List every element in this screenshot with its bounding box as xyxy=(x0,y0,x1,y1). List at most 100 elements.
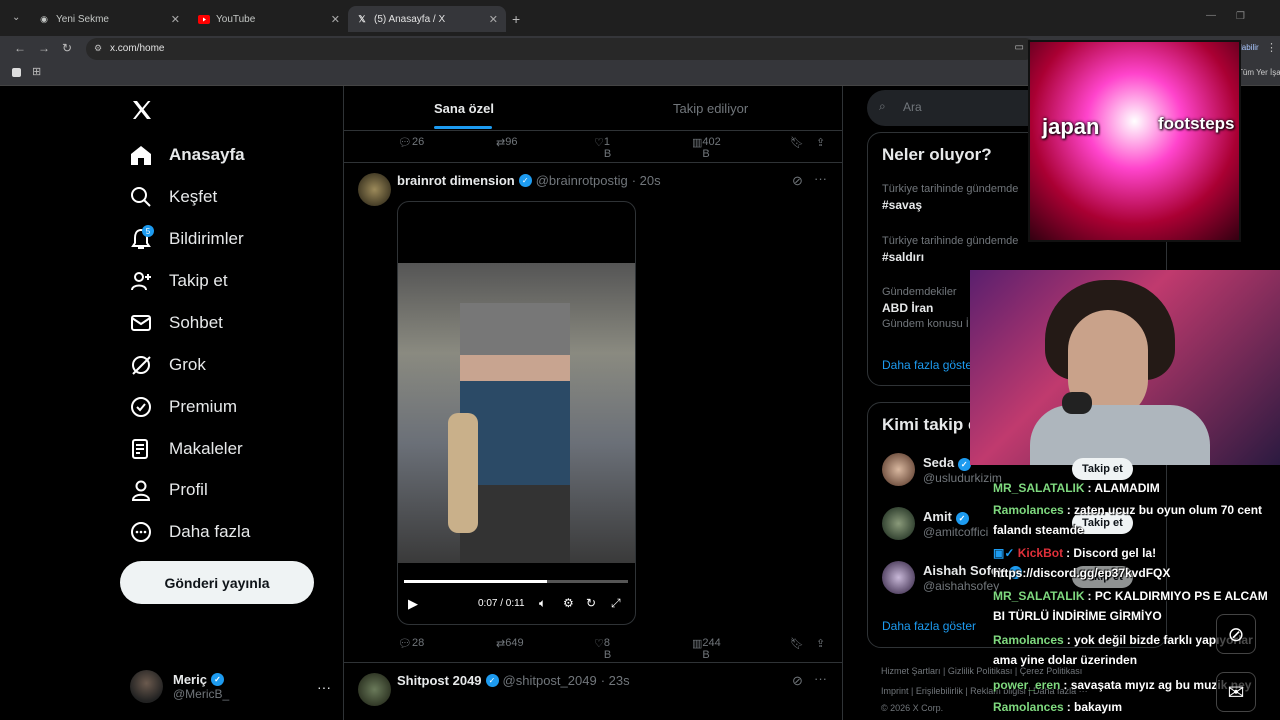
tweet[interactable]: brainrot dimension ✓ @brainrotpostig · 2… xyxy=(344,162,842,662)
grok-icon: ⊘ xyxy=(1227,623,1245,646)
url-input[interactable]: ⚙ x.com/home ▭ xyxy=(86,38,1036,60)
tab-for-you[interactable]: Sana özel xyxy=(434,101,494,116)
nav-follow[interactable]: Takip et xyxy=(130,261,228,301)
show-more-link[interactable]: Daha fazla göster xyxy=(882,358,976,372)
show-more-link[interactable]: Daha fazla göster xyxy=(882,619,976,633)
verified-icon: ✓ xyxy=(518,174,532,187)
close-tab-icon[interactable]: ✕ xyxy=(171,13,180,26)
nav-label: Premium xyxy=(169,397,238,416)
reply-button[interactable]: 💬︎ 28 xyxy=(398,637,424,650)
nav-more[interactable]: Daha fazla xyxy=(130,512,250,552)
tweet[interactable]: Shitpost 2049 ✓ @shitpost_2049 · 23s ⊘ ·… xyxy=(344,662,842,720)
tweet-time[interactable]: · 23s xyxy=(601,673,630,688)
avatar[interactable] xyxy=(358,673,391,706)
nav-home[interactable]: Anasayfa xyxy=(130,135,245,175)
chrome-icon: ◉ xyxy=(40,13,48,24)
avatar[interactable] xyxy=(358,173,391,206)
video-frame[interactable] xyxy=(398,263,635,563)
play-icon[interactable]: ▶ xyxy=(408,596,418,612)
nav-explore[interactable]: Keşfet xyxy=(130,177,217,217)
account-switcher[interactable]: Meriç ✓ @MericB_ ··· xyxy=(130,670,331,703)
maximize-icon[interactable]: ❐ xyxy=(1236,11,1245,22)
author-handle[interactable]: @brainrotpostig xyxy=(536,173,628,188)
video-controls: ▶ 0:07 / 0:11 🔈︎ ⚙ ↻ ⤢ xyxy=(398,571,635,621)
chat-user: Ramolances xyxy=(993,700,1064,714)
cast-icon[interactable]: ▭ xyxy=(1015,42,1024,53)
account-more-icon[interactable]: ··· xyxy=(317,679,331,695)
repost-button[interactable]: ⇄ 649 xyxy=(496,637,524,650)
nav-premium[interactable]: Premium xyxy=(130,387,237,427)
repost-count: 96 xyxy=(505,135,518,148)
tweet-more-icon[interactable]: ··· xyxy=(814,171,827,186)
tab-x-home[interactable]: 𝕏 (5) Anasayfa / X ✕ xyxy=(348,6,506,32)
follow-title: Kimi takip e xyxy=(882,415,978,434)
grok-icon[interactable]: ⊘ xyxy=(792,173,803,189)
settings-icon[interactable]: ⚙ xyxy=(563,596,574,610)
follow-suggestion[interactable]: Amit ✓ @amitcoffici xyxy=(882,507,988,540)
progress-fill xyxy=(404,580,548,583)
follow-button[interactable]: Takip et xyxy=(1072,458,1133,480)
bookmark-icon[interactable]: 🔖︎ xyxy=(790,637,804,650)
chat-text: : bakayım xyxy=(1066,700,1123,714)
nav-chat[interactable]: Sohbet xyxy=(130,303,223,343)
avatar xyxy=(130,670,163,703)
youtube-icon xyxy=(198,13,210,25)
tweet-time[interactable]: · 20s xyxy=(632,173,661,188)
tab-new[interactable]: ◉ Yeni Sekme ✕ xyxy=(30,6,188,32)
bookmark-icon[interactable]: 🔖︎ xyxy=(790,136,804,149)
tab-following[interactable]: Takip ediliyor xyxy=(673,101,748,116)
share-icon[interactable]: ⇪ xyxy=(816,637,825,650)
close-tab-icon[interactable]: ✕ xyxy=(489,13,498,26)
site-info-icon[interactable]: ⚙ xyxy=(94,43,102,54)
share-icon[interactable]: ⇪ xyxy=(816,136,825,149)
apps-grid-icon[interactable]: ⊞ xyxy=(32,65,41,78)
trend-item[interactable]: Türkiye tarihinde gündemde #savaş xyxy=(882,183,1018,212)
trend-item[interactable]: Gündemdekiler ABD İran Gündem konusu İ xyxy=(882,286,969,330)
author-name[interactable]: brainrot dimension xyxy=(397,173,515,188)
post-button[interactable]: Gönderi yayınla xyxy=(120,561,314,604)
search-icon: ⌕ xyxy=(879,99,886,113)
forward-icon[interactable]: → xyxy=(38,41,50,55)
reload-icon[interactable]: ↻ xyxy=(62,41,72,55)
search-icon xyxy=(130,186,152,208)
progress-track[interactable] xyxy=(404,580,628,583)
like-button[interactable]: ♡ 8 B xyxy=(594,637,611,661)
webcam-body xyxy=(1030,405,1210,465)
views-button[interactable]: ▥ 244 B xyxy=(692,637,721,661)
close-tab-icon[interactable]: ✕ xyxy=(331,13,340,26)
verified-icon: ✓ xyxy=(955,511,969,525)
chat-user: power_eren xyxy=(993,678,1061,692)
author-name[interactable]: Shitpost 2049 xyxy=(397,673,482,688)
menu-icon[interactable]: ⋮ xyxy=(1266,41,1277,54)
fullscreen-icon[interactable]: ⤢ xyxy=(611,596,621,611)
new-tab-icon[interactable]: + xyxy=(512,11,520,27)
signin-hint[interactable]: labilir xyxy=(1240,43,1259,52)
messages-float-button[interactable]: ✉ xyxy=(1216,672,1256,712)
bookmark-square-icon[interactable] xyxy=(12,68,21,77)
trend-sub: Gündem konusu İ xyxy=(882,318,969,330)
author-handle[interactable]: @shitpost_2049 xyxy=(503,673,597,688)
repost-button[interactable]: ⇄ 96 xyxy=(496,136,517,149)
loop-icon[interactable]: ↻ xyxy=(586,596,596,610)
volume-icon[interactable]: 🔈︎ xyxy=(539,596,546,611)
tab-search-icon[interactable]: ⌄ xyxy=(12,12,20,23)
reply-button[interactable]: 💬︎ 26 xyxy=(398,136,424,149)
chat-user: KickBot xyxy=(1017,546,1064,560)
minimize-icon[interactable]: — xyxy=(1206,10,1216,21)
video-player[interactable]: ▶ 0:07 / 0:11 🔈︎ ⚙ ↻ ⤢ xyxy=(397,201,636,625)
tweet-more-icon[interactable]: ··· xyxy=(814,671,827,686)
views-button[interactable]: ▥ 402 B xyxy=(692,136,721,160)
x-logo[interactable] xyxy=(130,98,154,122)
all-bookmarks[interactable]: Tüm Yer İşaretleri xyxy=(1238,68,1280,77)
nav-articles[interactable]: Makaleler xyxy=(130,429,243,469)
like-button[interactable]: ♡ 1 B xyxy=(594,136,611,160)
back-icon[interactable]: ← xyxy=(14,41,26,55)
grok-float-button[interactable]: ⊘ xyxy=(1216,614,1256,654)
trend-item[interactable]: Türkiye tarihinde gündemde #saldırı xyxy=(882,235,1018,264)
grok-icon[interactable]: ⊘ xyxy=(792,673,803,689)
nav-profile[interactable]: Profil xyxy=(130,470,208,510)
reply-count: 28 xyxy=(411,636,425,649)
nav-grok[interactable]: Grok xyxy=(130,345,206,385)
tab-youtube[interactable]: YouTube ✕ xyxy=(190,6,348,32)
nav-notifications[interactable]: 5 Bildirimler xyxy=(130,219,244,259)
